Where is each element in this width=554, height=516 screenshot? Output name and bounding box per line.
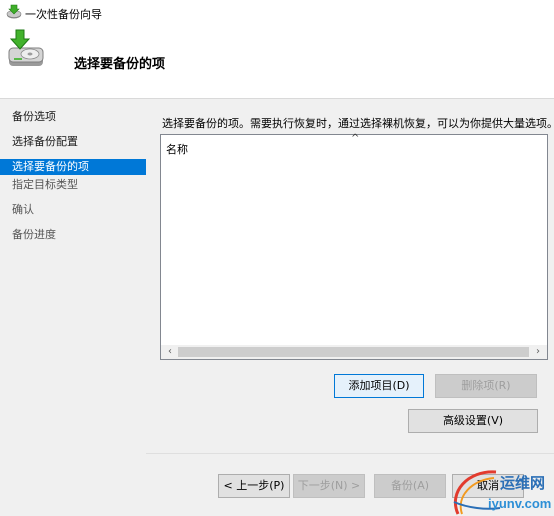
main-content: 选择要备份的项。需要执行恢复时，通过选择裸机恢复，可以为你提供大量选项。 ^ 名… <box>146 99 554 453</box>
sidebar-item-select-items[interactable]: 选择要备份的项 <box>0 159 146 175</box>
advanced-settings-button[interactable]: 高级设置(V) <box>408 409 538 433</box>
sidebar-item-backup-config[interactable]: 选择备份配置 <box>0 134 146 150</box>
title-bar: 一次性备份向导 <box>0 0 554 26</box>
horizontal-scrollbar[interactable]: ‹ › <box>161 345 547 359</box>
scroll-right-icon[interactable]: › <box>530 345 546 359</box>
items-list[interactable]: ^ 名称 ‹ › <box>160 133 548 360</box>
watermark-text-url: iyunv.com <box>488 496 552 511</box>
wizard-header: 选择要备份的项 <box>0 26 554 98</box>
sidebar-item-destination-type[interactable]: 指定目标类型 <box>0 177 146 193</box>
watermark-logo: 运维网 iyunv.com <box>448 462 554 516</box>
sidebar-item-progress[interactable]: 备份进度 <box>0 227 146 243</box>
watermark-text-cn: 运维网 <box>500 474 546 492</box>
scrollbar-thumb[interactable] <box>178 347 529 357</box>
column-header-name[interactable]: 名称 <box>166 141 188 157</box>
backup-wizard-icon <box>8 29 44 66</box>
add-item-button[interactable]: 添加项目(D) <box>334 374 424 398</box>
sidebar-item-backup-options[interactable]: 备份选项 <box>0 109 146 125</box>
page-heading: 选择要备份的项 <box>74 57 166 72</box>
scroll-left-icon[interactable]: ‹ <box>162 345 178 359</box>
backup-app-icon <box>6 4 22 19</box>
next-button[interactable]: 下一步(N) > <box>293 474 365 498</box>
sidebar-item-confirm[interactable]: 确认 <box>0 202 146 218</box>
backup-button[interactable]: 备份(A) <box>374 474 446 498</box>
remove-item-button[interactable]: 删除项(R) <box>435 374 537 398</box>
window-title: 一次性备份向导 <box>25 8 102 21</box>
sort-indicator-icon: ^ <box>351 133 360 144</box>
previous-button[interactable]: < 上一步(P) <box>218 474 290 498</box>
description-text: 选择要备份的项。需要执行恢复时，通过选择裸机恢复，可以为你提供大量选项。 <box>162 117 554 130</box>
wizard-steps-sidebar: 备份选项 选择备份配置 选择要备份的项 指定目标类型 确认 备份进度 <box>0 99 146 516</box>
